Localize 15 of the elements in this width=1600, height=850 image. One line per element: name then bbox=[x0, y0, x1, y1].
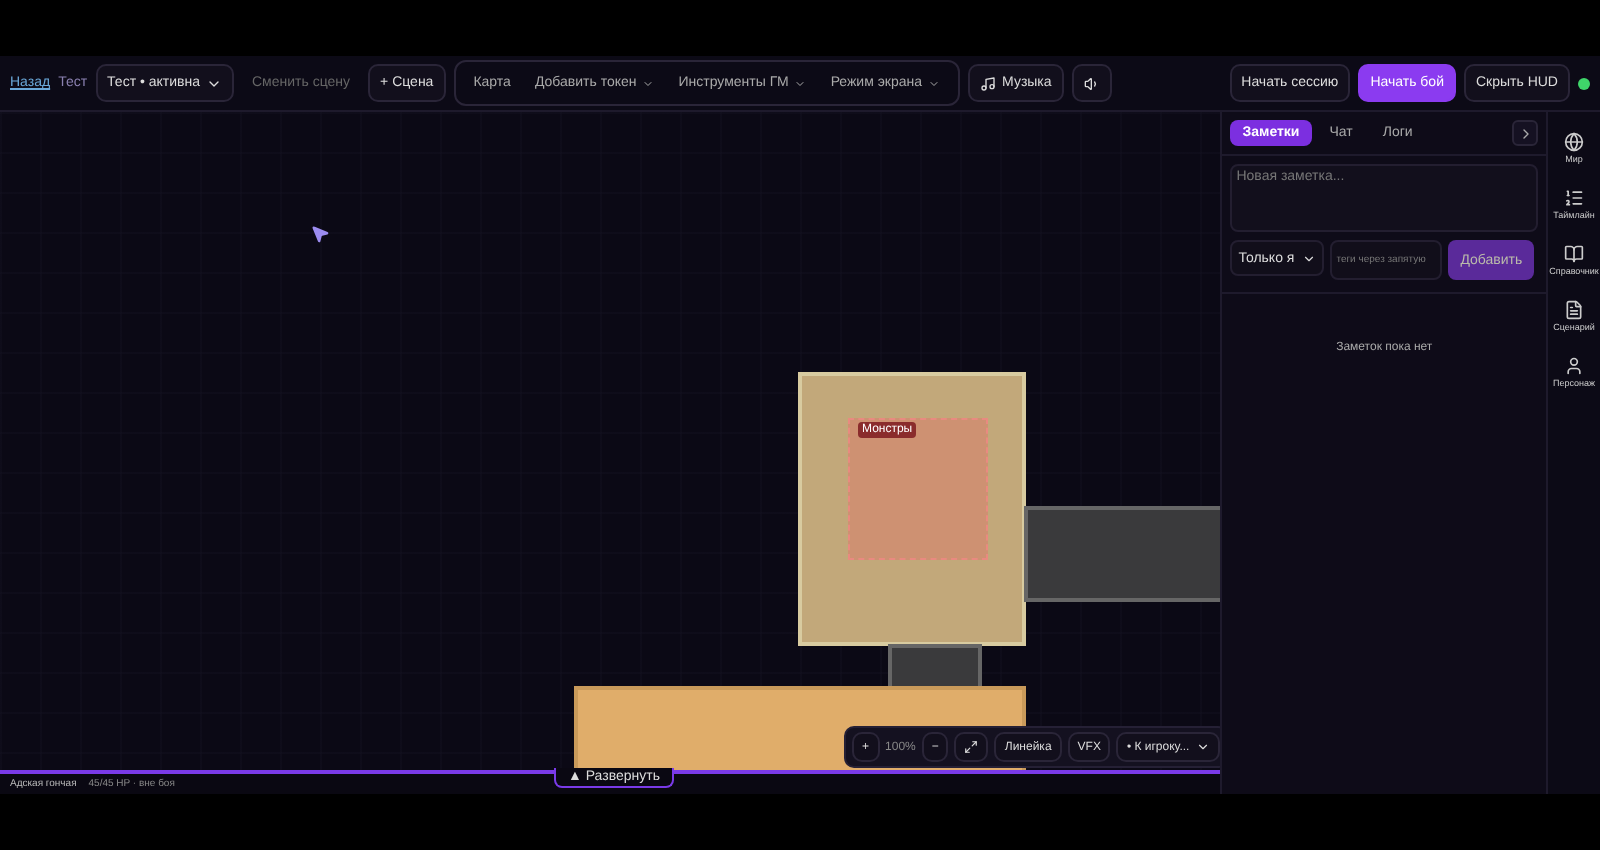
speaker-icon bbox=[1083, 75, 1100, 91]
volume-button[interactable] bbox=[1071, 64, 1112, 102]
globe-icon bbox=[1564, 132, 1585, 152]
file-icon bbox=[1564, 300, 1585, 320]
next-button[interactable] bbox=[1512, 120, 1539, 146]
music-note-icon bbox=[980, 75, 997, 91]
caret-icon bbox=[1195, 740, 1210, 754]
user-icon bbox=[1564, 356, 1584, 376]
book-icon bbox=[1564, 244, 1585, 264]
expand-arrows-icon bbox=[964, 740, 979, 754]
fullscreen-button[interactable] bbox=[954, 732, 989, 762]
cursor-icon bbox=[310, 224, 330, 244]
caret-icon bbox=[1302, 251, 1317, 265]
stone-corridor bbox=[888, 644, 982, 690]
list-icon bbox=[1564, 188, 1584, 208]
